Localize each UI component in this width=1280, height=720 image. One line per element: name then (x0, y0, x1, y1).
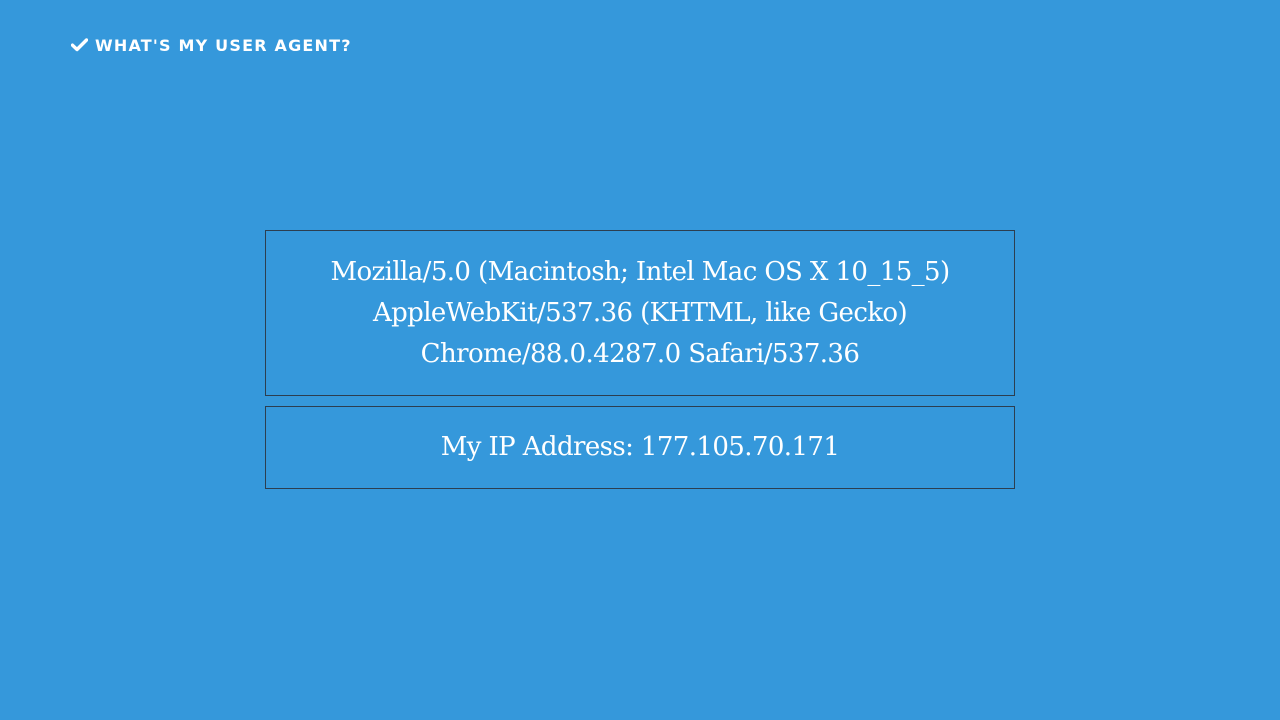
ip-address-text: My IP Address: 177.105.70.171 (440, 432, 840, 462)
site-title-link[interactable]: WHAT'S MY USER AGENT? (70, 34, 352, 56)
user-agent-line: Mozilla/5.0 (Macintosh; Intel Mac OS X 1… (330, 256, 950, 287)
ip-address-box: My IP Address: 177.105.70.171 (265, 406, 1015, 489)
user-agent-box: Mozilla/5.0 (Macintosh; Intel Mac OS X 1… (265, 230, 1015, 396)
user-agent-line: Chrome/88.0.4287.0 Safari/537.36 (420, 338, 860, 369)
site-title: WHAT'S MY USER AGENT? (95, 35, 352, 55)
page: WHAT'S MY USER AGENT? Mozilla/5.0 (Macin… (0, 0, 1280, 720)
user-agent-text: Mozilla/5.0 (Macintosh; Intel Mac OS X 1… (330, 252, 950, 375)
user-agent-line: AppleWebKit/537.36 (KHTML, like Gecko) (372, 297, 908, 328)
check-icon (70, 36, 88, 54)
